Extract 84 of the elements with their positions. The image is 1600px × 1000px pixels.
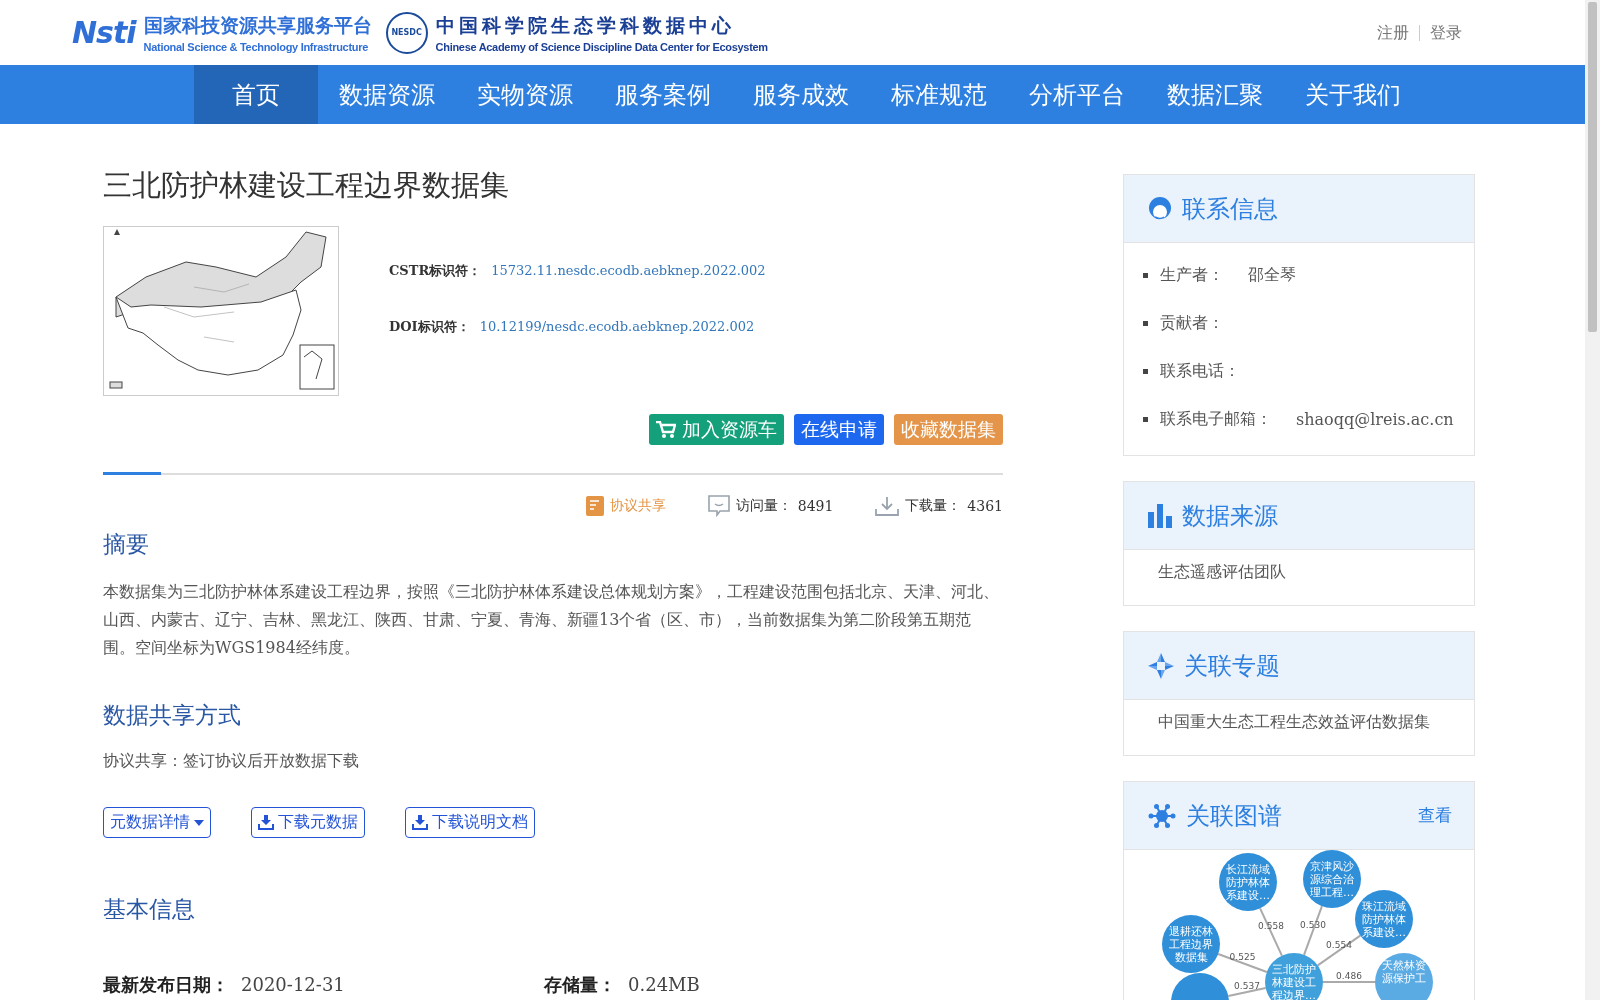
identifier-label: DOI标识符： <box>389 318 470 336</box>
nav-item[interactable]: 服务案例 <box>594 65 732 124</box>
nav-item[interactable]: 服务成效 <box>732 65 870 124</box>
card-title: 关联图谱 <box>1186 800 1282 832</box>
download-icon <box>875 496 900 516</box>
stat-value: 8491 <box>797 498 834 514</box>
view-link[interactable]: 查看 <box>1418 804 1452 827</box>
topic-link[interactable]: 中国重大生态工程生态效益评估数据集 <box>1124 700 1474 755</box>
edge-weight: 0.554 <box>1326 939 1352 950</box>
graph-node[interactable]: 京津风沙源综合治理工程… <box>1303 850 1361 908</box>
field-label: 最新发布日期： <box>103 974 229 995</box>
contact-label: 贡献者： <box>1160 312 1224 334</box>
network-icon <box>1148 801 1176 830</box>
center-title: 中国科学院生态学科数据中心 <box>435 12 736 38</box>
identifier-link[interactable]: 15732.11.nesdc.ecodb.aebknep.2022.002 <box>491 263 766 278</box>
graph-edge <box>1322 981 1376 983</box>
bar-chart-icon <box>1148 503 1172 528</box>
platform-title: 国家科技资源共享服务平台 <box>143 12 372 38</box>
section-heading: 摘要 <box>103 530 150 559</box>
bullet-icon <box>1143 320 1148 326</box>
card-title: 联系信息 <box>1182 193 1278 225</box>
field-label: 存储量： <box>544 974 616 995</box>
card-title: 关联专题 <box>1184 650 1280 682</box>
graph-node[interactable]: 长江流域防护林体系建设… <box>1219 853 1277 911</box>
dataset-title: 三北防护林建设工程边界数据集 <box>103 167 510 204</box>
contact-value: 邵全琴 <box>1248 264 1296 286</box>
bullet-icon <box>1143 416 1148 422</box>
favorite-button[interactable]: 收藏数据集 <box>894 414 1003 445</box>
edge-weight: 0.558 <box>1258 921 1284 931</box>
edge-weight: 0.530 <box>1300 919 1326 930</box>
graph-node[interactable]: 三北防护林建设工程边界… <box>1265 953 1323 1000</box>
platform-subtitle: National Science & Technology Infrastructure <box>143 40 369 53</box>
nav-item[interactable]: 数据资源 <box>318 65 456 124</box>
source-text: 生态遥感评估团队 <box>1157 561 1287 583</box>
nav-item[interactable]: 分析平台 <box>1008 65 1146 124</box>
contact-label: 联系电话： <box>1160 360 1240 382</box>
caret-icon <box>194 819 204 826</box>
graph-edge <box>1227 987 1267 997</box>
edge-weight: 0.486 <box>1336 971 1362 981</box>
nav-item[interactable]: 关于我们 <box>1284 65 1422 124</box>
sharing-text: 协议共享：签订协议后开放数据下载 <box>103 750 360 772</box>
pinwheel-icon <box>1148 652 1174 679</box>
cart-icon <box>656 420 676 439</box>
identifier-label: CSTR标识符： <box>389 262 482 280</box>
identifier-link[interactable]: 10.12199/nesdc.ecodb.aebknep.2022.002 <box>479 319 755 334</box>
download-icon <box>412 815 428 830</box>
bullet-icon <box>1143 272 1148 278</box>
scrollbar[interactable] <box>1585 0 1600 1000</box>
bullet-icon <box>1143 368 1148 374</box>
graph-node[interactable]: 退耕还林工程边界数据集 <box>1162 915 1220 973</box>
contact-value: shaoqq@lreis.ac.cn <box>1296 409 1454 429</box>
comment-icon <box>707 495 730 517</box>
field-value: 2020-12-31 <box>241 974 345 995</box>
edge-weight: 0.537 <box>1234 981 1260 991</box>
download-button[interactable]: 下载元数据 <box>251 807 365 838</box>
nav-item[interactable]: 首页 <box>194 65 318 124</box>
stat-label: 协议共享 <box>609 497 666 515</box>
stat-value: 4361 <box>967 498 1003 514</box>
nesdc-logo: NESDC <box>385 11 428 54</box>
nav-item[interactable]: 数据汇聚 <box>1146 65 1284 124</box>
stat-label: 访问量： <box>735 497 792 515</box>
section-heading: 基本信息 <box>103 895 196 924</box>
graph-node[interactable]: 珠江流域防护林体系建设… <box>1355 890 1413 948</box>
document-icon <box>585 496 604 516</box>
contact-label: 生产者： <box>1160 264 1224 286</box>
center-subtitle: Chinese Academy of Science Discipline Data Center for Ecosystem <box>435 40 768 53</box>
download-button[interactable]: 下载说明文档 <box>405 807 535 838</box>
contact-label: 联系电子邮箱： <box>1160 408 1272 430</box>
add-to-cart-button[interactable]: 加入资源车 <box>649 414 784 445</box>
section-heading: 数据共享方式 <box>103 701 242 730</box>
auth-link[interactable]: 登录 <box>1419 24 1472 41</box>
apply-button[interactable]: 在线申请 <box>794 414 884 445</box>
stat-label: 下载量： <box>905 497 962 515</box>
graph-node[interactable]: 天然林资源保护工 <box>1375 953 1433 1000</box>
abstract-text: 本数据集为三北防护林体系建设工程边界，按照《三北防护林体系建设总体规划方案》，工程建设范围包括北京、天津、河北、山西、内蒙古、辽宁、吉林、黑龙江、陕西、甘肃、宁夏、青海、新疆13个省（区、市），当前数据集为第二阶段第五期范围。空间坐标为WGS1984经纬度。 <box>103 581 1000 659</box>
auth-link[interactable]: 注册 <box>1367 24 1419 41</box>
metadata-dropdown[interactable]: 元数据详情 <box>103 807 211 838</box>
nav-item[interactable]: 标准规范 <box>870 65 1008 124</box>
download-icon <box>258 815 274 830</box>
nsti-logo: Nsti <box>72 15 136 50</box>
field-value: 0.24MB <box>628 974 700 995</box>
card-title: 数据来源 <box>1182 500 1278 532</box>
nav-item[interactable]: 实物资源 <box>456 65 594 124</box>
edge-weight: 0.525 <box>1229 952 1256 962</box>
